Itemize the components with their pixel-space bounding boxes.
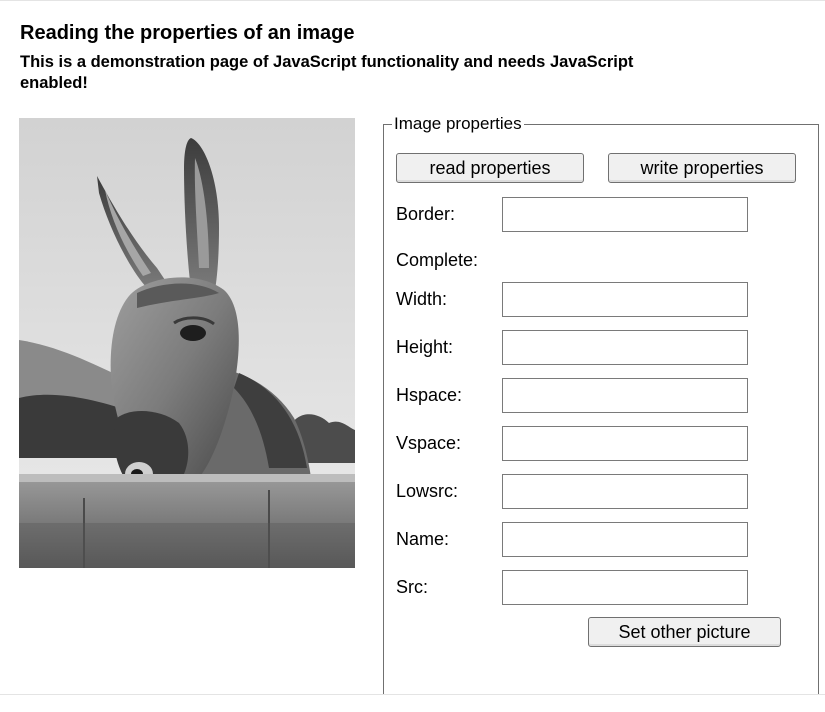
page-title: Reading the properties of an image xyxy=(20,22,355,44)
set-other-picture-button[interactable]: Set other picture xyxy=(588,617,781,647)
height-field[interactable] xyxy=(502,330,748,365)
hspace-label: Hspace: xyxy=(396,385,463,405)
lowsrc-label: Lowsrc: xyxy=(396,481,459,501)
javascript-notice: This is a demonstration page of JavaScri… xyxy=(20,53,634,92)
page: Reading the properties of an image This … xyxy=(0,0,825,712)
width-label: Width: xyxy=(396,289,448,309)
name-label: Name: xyxy=(396,529,450,549)
lowsrc-field[interactable] xyxy=(502,474,748,509)
complete-label: Complete: xyxy=(396,250,479,270)
border-label: Border: xyxy=(396,204,456,224)
write-properties-button[interactable]: write properties xyxy=(608,153,796,183)
vspace-label: Vspace: xyxy=(396,433,462,453)
width-field[interactable] xyxy=(502,282,748,317)
donkey-image xyxy=(19,118,355,568)
name-field[interactable] xyxy=(502,522,748,557)
height-label: Height: xyxy=(396,337,454,357)
read-properties-button[interactable]: read properties xyxy=(396,153,584,183)
vspace-field[interactable] xyxy=(502,426,748,461)
hspace-field[interactable] xyxy=(502,378,748,413)
src-label: Src: xyxy=(396,577,429,597)
image-properties-legend: Image properties xyxy=(394,114,522,133)
border-field[interactable] xyxy=(502,197,748,232)
bottom-divider xyxy=(0,694,825,695)
src-field[interactable] xyxy=(502,570,748,605)
